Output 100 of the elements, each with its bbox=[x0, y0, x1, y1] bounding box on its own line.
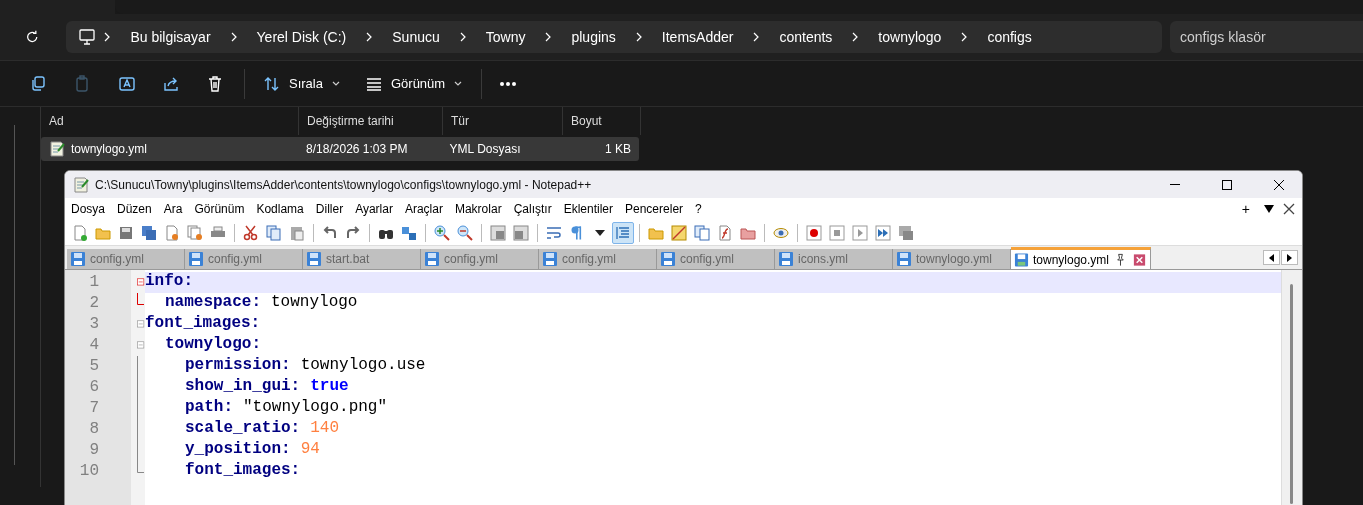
tab-label: config.yml bbox=[562, 252, 617, 266]
fold-end-icon bbox=[137, 461, 144, 473]
search-field[interactable]: configs klasör bbox=[1170, 21, 1363, 53]
menu-item[interactable]: Düzen bbox=[113, 202, 160, 216]
paste-icon bbox=[289, 224, 305, 241]
dropdown-icon bbox=[595, 229, 605, 236]
menu-item[interactable]: Ayarlar bbox=[351, 202, 401, 216]
save-icon bbox=[306, 251, 322, 267]
scroll-right-button[interactable] bbox=[1281, 250, 1298, 265]
menu-item[interactable]: Araçlar bbox=[400, 202, 451, 216]
text-file-icon bbox=[49, 141, 65, 157]
menu-item[interactable]: Kodlama bbox=[252, 202, 312, 216]
file-type: YML Dosyası bbox=[448, 142, 522, 156]
window-title: C:\Sunucu\Towny\plugins\ItemsAdder\contents\townylogo\configs\townylogo.yml - Notepad++ bbox=[95, 177, 593, 192]
file-date: 8/18/2026 1:03 PM bbox=[305, 142, 409, 156]
breadcrumb[interactable]: plugins bbox=[559, 29, 628, 45]
breadcrumb[interactable]: Yerel Disk (C:) bbox=[244, 29, 359, 45]
view-button[interactable]: Görünüm bbox=[354, 66, 474, 101]
menu-item[interactable]: ? bbox=[691, 202, 710, 216]
notepad-icon bbox=[73, 176, 89, 193]
trash-icon bbox=[206, 74, 224, 93]
stop-icon bbox=[829, 224, 845, 241]
tab-label: townylogo.yml bbox=[916, 252, 993, 266]
zoom-out-icon bbox=[457, 224, 473, 241]
save-macro-icon bbox=[898, 224, 914, 241]
copy-icon bbox=[266, 224, 282, 241]
menu-item[interactable]: Ara bbox=[159, 202, 191, 216]
scrollbar[interactable] bbox=[1281, 270, 1302, 505]
file-row[interactable]: townylogo.yml 8/18/2026 1:03 PM YML Dosyası 1 KB bbox=[41, 137, 639, 161]
fold-end-icon bbox=[137, 293, 144, 305]
breadcrumb[interactable]: contents bbox=[767, 29, 845, 45]
play-icon bbox=[852, 224, 868, 241]
replace-icon bbox=[401, 224, 417, 241]
menu-item[interactable]: Görünüm bbox=[190, 202, 253, 216]
close-icon bbox=[1274, 179, 1284, 190]
save-icon bbox=[188, 251, 204, 267]
save-icon bbox=[1014, 251, 1029, 268]
breadcrumb[interactable]: ItemsAdder bbox=[649, 29, 746, 45]
more-icon bbox=[500, 81, 517, 86]
record-icon bbox=[806, 224, 822, 241]
fast-forward-icon bbox=[875, 224, 891, 241]
line-number: 9 bbox=[88, 440, 100, 461]
sort-button[interactable]: Sırala bbox=[253, 66, 351, 101]
line-number: 1 bbox=[88, 272, 100, 293]
function-list-icon bbox=[717, 224, 733, 241]
new-file-icon bbox=[72, 224, 88, 241]
line-number: 7 bbox=[88, 398, 100, 419]
minimize-icon bbox=[1170, 184, 1180, 185]
save-icon bbox=[778, 251, 794, 267]
column-header[interactable]: Değiştirme tarihi bbox=[299, 107, 443, 135]
new-tab-button[interactable]: + bbox=[1235, 201, 1256, 217]
breadcrumb[interactable]: Towny bbox=[473, 29, 538, 45]
copy-icon bbox=[30, 74, 48, 93]
maximize-icon bbox=[1222, 179, 1232, 190]
line-number: 2 bbox=[88, 293, 100, 314]
tab-label: start.bat bbox=[326, 252, 370, 266]
menu-item[interactable]: Eklentiler bbox=[559, 202, 621, 216]
computer-icon bbox=[78, 28, 97, 46]
menu-item[interactable]: Diller bbox=[311, 202, 352, 216]
tab-label: config.yml bbox=[444, 252, 499, 266]
line-number: 5 bbox=[88, 356, 100, 377]
tab-label: config.yml bbox=[90, 252, 145, 266]
zoom-in-icon bbox=[434, 224, 450, 241]
code-line: namespace: townylogo bbox=[164, 293, 359, 313]
save-icon bbox=[896, 251, 912, 267]
line-number: 8 bbox=[88, 419, 100, 440]
column-header[interactable]: Ad bbox=[41, 107, 299, 135]
map-icon bbox=[671, 224, 687, 241]
save-icon bbox=[70, 251, 86, 267]
address-bar[interactable]: Bu bilgisayar Yerel Disk (C:) Sunucu Towny plugins ItemsAdder contents townylogo configs bbox=[66, 21, 1162, 53]
tab-label: townylogo.yml bbox=[1033, 252, 1109, 267]
scroll-left-button[interactable] bbox=[1263, 250, 1280, 265]
code-line: font_images: bbox=[145, 314, 262, 334]
code-line: scale_ratio: 140 bbox=[184, 419, 341, 439]
file-tab[interactable]: townylogo.yml bbox=[1011, 247, 1151, 269]
menu-item[interactable]: Dosya bbox=[67, 202, 113, 216]
indent-guide-icon bbox=[615, 224, 631, 241]
breadcrumb[interactable]: townylogo bbox=[866, 29, 954, 45]
undo-icon bbox=[322, 224, 338, 241]
tab-label: config.yml bbox=[208, 252, 263, 266]
word-wrap-icon bbox=[546, 224, 562, 241]
code-line: townylogo: bbox=[164, 335, 262, 355]
breadcrumb[interactable]: configs bbox=[975, 29, 1044, 45]
breadcrumb[interactable]: Bu bilgisayar bbox=[118, 29, 223, 45]
code-line: path: "townylogo.png" bbox=[184, 398, 389, 418]
left-arrow-icon bbox=[1269, 253, 1274, 262]
tab-label: config.yml bbox=[680, 252, 735, 266]
menu-item[interactable]: Makrolar bbox=[450, 202, 510, 216]
save-icon bbox=[660, 251, 676, 267]
file-name: townylogo.yml bbox=[41, 141, 299, 157]
close-icon bbox=[1282, 202, 1296, 216]
column-header[interactable]: Tür bbox=[443, 107, 563, 135]
redo-icon bbox=[345, 224, 361, 241]
breadcrumb[interactable]: Sunucu bbox=[380, 29, 452, 45]
menu-item[interactable]: Pencereler bbox=[621, 202, 692, 216]
sync-vertical-icon bbox=[490, 224, 506, 241]
menu-item[interactable]: Çalıştır bbox=[509, 202, 560, 216]
column-header[interactable]: Boyut bbox=[563, 107, 641, 135]
save-icon bbox=[542, 251, 558, 267]
line-number: 6 bbox=[88, 377, 100, 398]
